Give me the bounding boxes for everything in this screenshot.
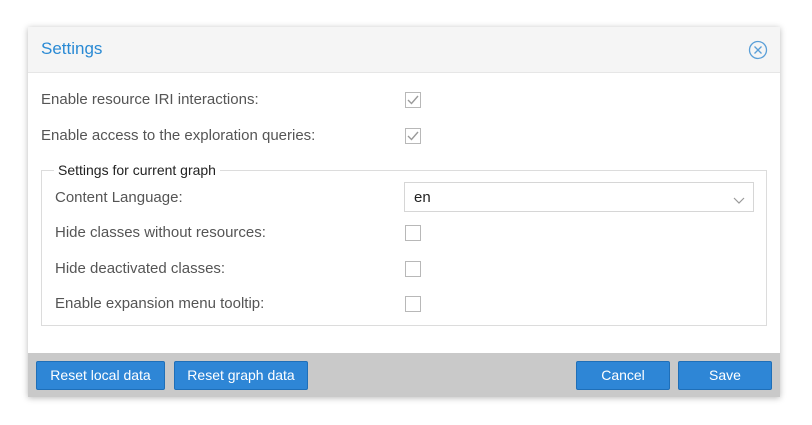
dialog-title: Settings: [41, 39, 103, 58]
iri-interactions-checkbox[interactable]: [405, 92, 421, 108]
hide-deactivated-label: Hide deactivated classes:: [55, 260, 226, 277]
save-button[interactable]: Save: [678, 361, 772, 390]
dialog-footer: Reset local data Reset graph data Cancel…: [28, 353, 780, 397]
cancel-button[interactable]: Cancel: [576, 361, 670, 390]
content-language-label: Content Language:: [55, 189, 183, 206]
hide-classes-checkbox[interactable]: [405, 225, 421, 241]
reset-local-data-button[interactable]: Reset local data: [36, 361, 165, 390]
chevron-down-icon: [733, 192, 745, 204]
checkmark-icon: [407, 95, 419, 105]
hide-deactivated-checkbox[interactable]: [405, 261, 421, 277]
reset-graph-data-button[interactable]: Reset graph data: [174, 361, 308, 390]
exploration-queries-checkbox[interactable]: [405, 128, 421, 144]
content-language-value: en: [414, 189, 431, 206]
checkmark-icon: [407, 131, 419, 141]
content-language-select[interactable]: en: [404, 182, 754, 212]
exploration-queries-label: Enable access to the exploration queries…: [41, 127, 316, 144]
close-icon[interactable]: [748, 40, 768, 60]
expansion-tooltip-checkbox[interactable]: [405, 296, 421, 312]
settings-dialog: Settings Enable resource IRI interaction…: [28, 27, 780, 397]
dialog-header: Settings: [28, 27, 780, 73]
hide-classes-label: Hide classes without resources:: [55, 224, 266, 241]
iri-interactions-label: Enable resource IRI interactions:: [41, 91, 259, 108]
expansion-tooltip-label: Enable expansion menu tooltip:: [55, 295, 265, 312]
graph-settings-legend: Settings for current graph: [54, 162, 220, 178]
graph-settings-group: Settings for current graph Content Langu…: [41, 162, 767, 326]
